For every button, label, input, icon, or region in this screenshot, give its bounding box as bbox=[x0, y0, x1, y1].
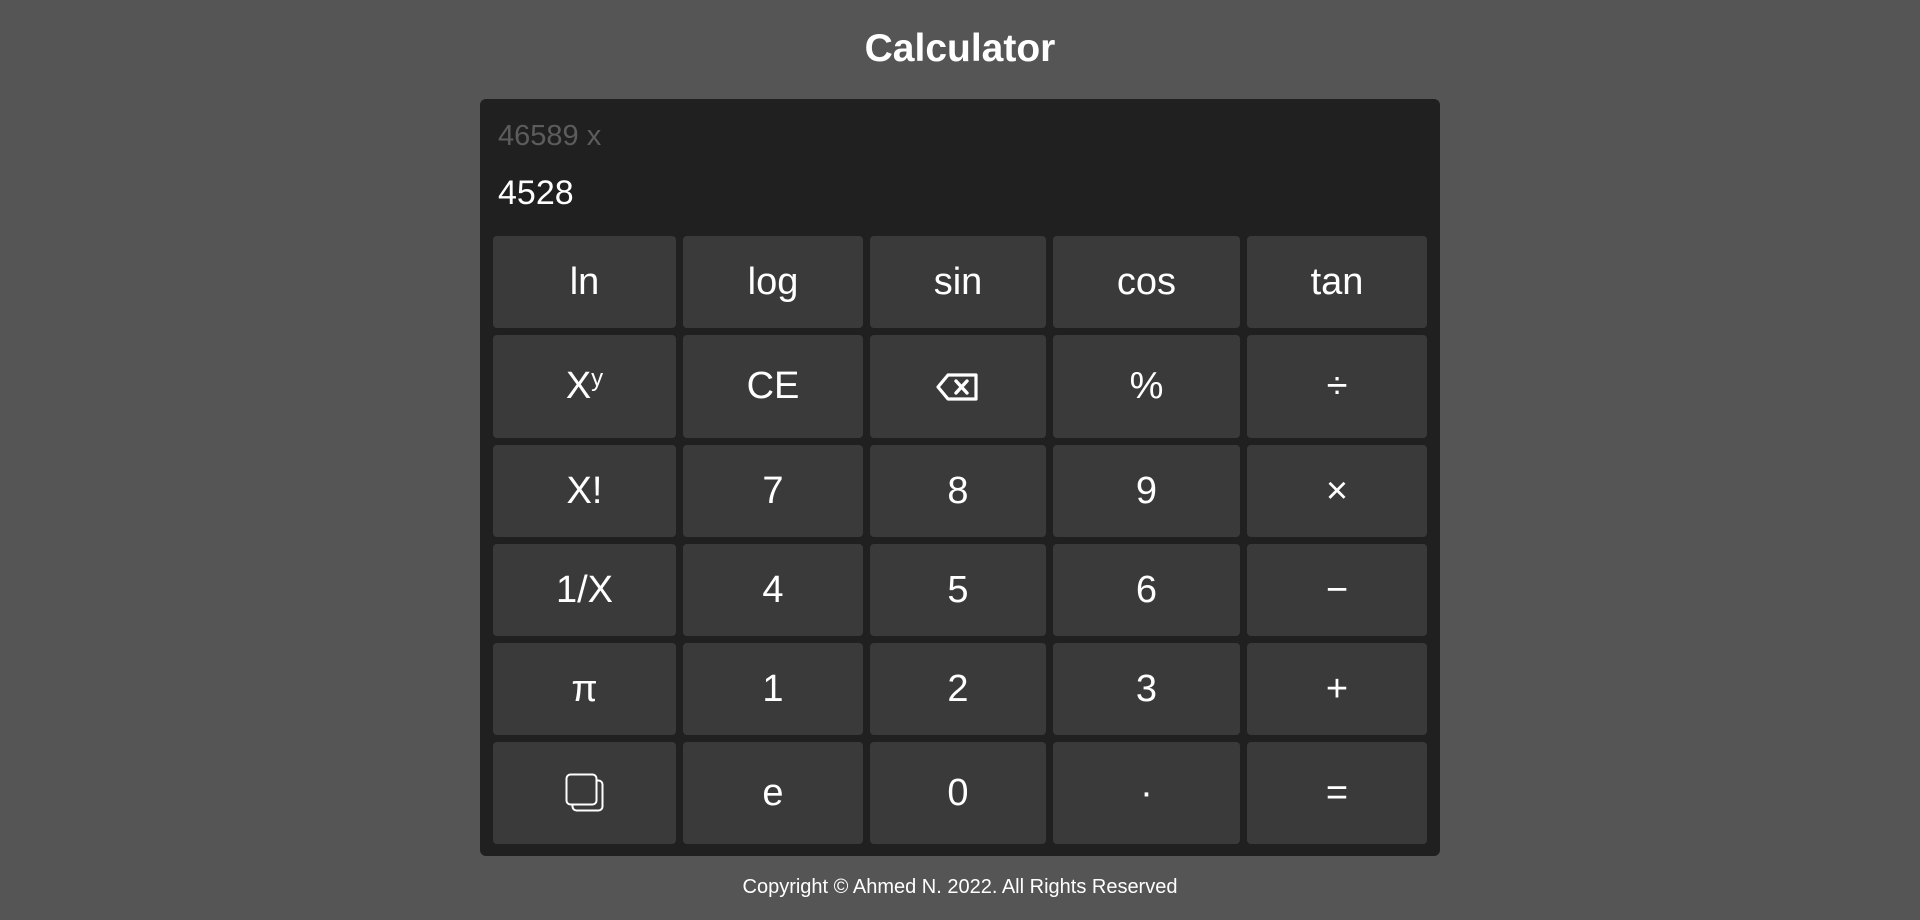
add-button[interactable]: + bbox=[1247, 643, 1427, 735]
reciprocal-button[interactable]: 1/X bbox=[493, 544, 676, 636]
copy-button[interactable] bbox=[493, 742, 676, 844]
footer-copyright: Copyright © Ahmed N. 2022. All Rights Re… bbox=[742, 876, 1178, 898]
digit-0-button[interactable]: 0 bbox=[870, 742, 1046, 844]
page-title: Calculator bbox=[864, 27, 1056, 70]
digit-1-button[interactable]: 1 bbox=[683, 643, 863, 735]
ln-button[interactable]: ln bbox=[493, 236, 676, 328]
divide-button[interactable]: ÷ bbox=[1247, 335, 1427, 438]
digit-8-button[interactable]: 8 bbox=[870, 445, 1046, 537]
backspace-icon bbox=[936, 372, 978, 401]
digit-3-button[interactable]: 3 bbox=[1053, 643, 1240, 735]
cos-button[interactable]: cos bbox=[1053, 236, 1240, 328]
power-base: X bbox=[565, 365, 592, 407]
equals-button[interactable]: = bbox=[1247, 742, 1427, 844]
keypad: ln log sin cos tan Xy CE % ÷ X! 7 8 9 × … bbox=[493, 236, 1427, 844]
log-button[interactable]: log bbox=[683, 236, 863, 328]
power-button[interactable]: Xy bbox=[493, 335, 676, 438]
pi-button[interactable]: π bbox=[493, 643, 676, 735]
current-operand: 4528 bbox=[498, 174, 574, 212]
factorial-button[interactable]: X! bbox=[493, 445, 676, 537]
copy-icon bbox=[565, 773, 603, 812]
euler-button[interactable]: e bbox=[683, 742, 863, 844]
percent-button[interactable]: % bbox=[1053, 335, 1240, 438]
digit-2-button[interactable]: 2 bbox=[870, 643, 1046, 735]
clear-entry-button[interactable]: CE bbox=[683, 335, 863, 438]
tan-button[interactable]: tan bbox=[1247, 236, 1427, 328]
digit-6-button[interactable]: 6 bbox=[1053, 544, 1240, 636]
decimal-button[interactable]: · bbox=[1053, 742, 1240, 844]
sin-button[interactable]: sin bbox=[870, 236, 1046, 328]
calculator: 46589 x 4528 ln log sin cos tan Xy CE % … bbox=[480, 99, 1440, 856]
digit-4-button[interactable]: 4 bbox=[683, 544, 863, 636]
digit-9-button[interactable]: 9 bbox=[1053, 445, 1240, 537]
backspace-button[interactable] bbox=[870, 335, 1046, 438]
subtract-button[interactable]: − bbox=[1247, 544, 1427, 636]
digit-7-button[interactable]: 7 bbox=[683, 445, 863, 537]
multiply-button[interactable]: × bbox=[1247, 445, 1427, 537]
previous-operand: 46589 x bbox=[498, 120, 602, 152]
power-exponent: y bbox=[591, 364, 604, 392]
digit-5-button[interactable]: 5 bbox=[870, 544, 1046, 636]
